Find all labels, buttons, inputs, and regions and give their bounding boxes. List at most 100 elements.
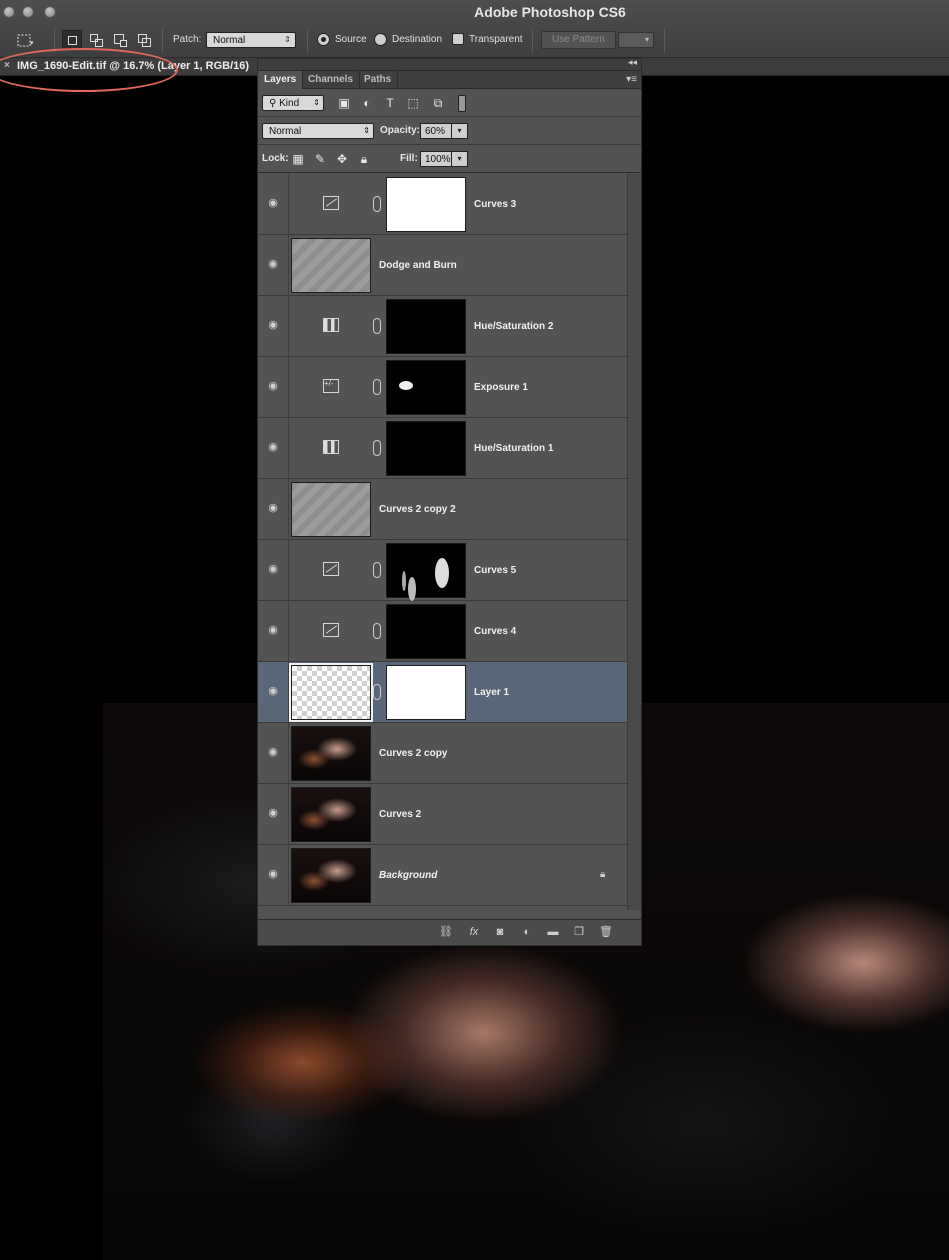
link-layers-icon[interactable]: ⛓: [438, 924, 454, 940]
layer-row[interactable]: ◉ Background 🔒︎: [258, 845, 627, 906]
layer-mask-thumbnail[interactable]: [386, 177, 466, 232]
destination-radio[interactable]: [374, 33, 387, 46]
layer-mask-thumbnail[interactable]: [386, 665, 466, 720]
hue-saturation-adjustment-icon: [323, 440, 339, 454]
lock-row: Lock: ▦ ✎ ✥ 🔒︎ Fill: 100% ▾: [258, 145, 641, 173]
pattern-picker[interactable]: ▾: [618, 32, 654, 48]
app-title: Adobe Photoshop CS6: [474, 4, 626, 20]
patch-tool-icon[interactable]: ▾: [14, 30, 34, 50]
layer-row[interactable]: ◉ Hue/Saturation 2: [258, 296, 627, 357]
panel-menu-icon[interactable]: ▾≡: [626, 74, 637, 85]
fill-input[interactable]: 100%: [420, 151, 452, 167]
trash-icon[interactable]: 🗑︎: [598, 924, 614, 940]
filter-kind-select[interactable]: ⚲ Kind ⇕: [262, 95, 324, 111]
eye-icon[interactable]: ◉: [267, 197, 279, 209]
new-group-icon[interactable]: ▬: [545, 924, 561, 940]
layer-thumbnail[interactable]: [289, 663, 373, 722]
fx-icon[interactable]: fx: [466, 924, 482, 940]
eye-icon[interactable]: ◉: [267, 624, 279, 636]
layer-row[interactable]: ◉ Curves 3: [258, 174, 627, 235]
layers-scrollbar[interactable]: [627, 174, 641, 910]
chain-link-icon[interactable]: [373, 318, 381, 334]
lock-all-icon[interactable]: 🔒︎: [356, 151, 372, 167]
layer-thumbnail[interactable]: [291, 482, 371, 537]
layer-row[interactable]: ◉ Curves 2: [258, 784, 627, 845]
minimize-window-button[interactable]: [22, 6, 34, 18]
eye-icon[interactable]: ◉: [267, 441, 279, 453]
opacity-input[interactable]: 60%: [420, 123, 452, 139]
blend-mode-select[interactable]: Normal ⇕: [262, 123, 374, 139]
zoom-window-button[interactable]: [44, 6, 56, 18]
panel-header: ◂◂: [258, 57, 641, 71]
chain-link-icon[interactable]: [373, 196, 381, 212]
lock-transparent-pixels-icon[interactable]: ▦: [290, 151, 306, 167]
layer-row[interactable]: ◉ Curves 4: [258, 601, 627, 662]
layer-row[interactable]: ◉ Curves 5: [258, 540, 627, 601]
opacity-dropdown-icon[interactable]: ▾: [452, 123, 468, 139]
source-radio[interactable]: [317, 33, 330, 46]
use-pattern-button[interactable]: Use Pattern: [541, 31, 616, 49]
filter-adjustment-icon[interactable]: ◐: [359, 95, 375, 111]
layer-row[interactable]: ◉ Curves 2 copy: [258, 723, 627, 784]
subtract-from-selection-icon[interactable]: [110, 30, 130, 50]
layer-mask-thumbnail[interactable]: [386, 604, 466, 659]
layer-mask-thumbnail[interactable]: [386, 421, 466, 476]
tab-layers[interactable]: Layers: [258, 71, 304, 89]
filter-pixel-icon[interactable]: ▣: [336, 95, 352, 111]
layer-row-selected[interactable]: ◉ Layer 1: [258, 662, 627, 723]
panel-tabs: Layers Channels Paths ▾≡: [258, 71, 641, 89]
close-icon[interactable]: ×: [4, 60, 10, 71]
chain-link-icon[interactable]: [373, 562, 381, 578]
layer-thumbnail[interactable]: [291, 238, 371, 293]
eye-icon[interactable]: ◉: [267, 380, 279, 392]
layer-thumbnail[interactable]: [291, 848, 371, 903]
patch-mode-select[interactable]: Normal ⇕: [206, 32, 296, 48]
fill-dropdown-icon[interactable]: ▾: [452, 151, 468, 167]
destination-label: Destination: [392, 34, 443, 45]
document-tab[interactable]: × IMG_1690-Edit.tif @ 16.7% (Layer 1, RG…: [0, 58, 257, 76]
eye-icon[interactable]: ◉: [267, 868, 279, 880]
chain-link-icon[interactable]: [373, 440, 381, 456]
intersect-selection-icon[interactable]: [134, 30, 154, 50]
transparent-checkbox[interactable]: [452, 33, 464, 45]
eye-icon[interactable]: ◉: [267, 685, 279, 697]
eye-icon[interactable]: ◉: [267, 319, 279, 331]
eye-icon[interactable]: ◉: [267, 563, 279, 575]
eye-icon[interactable]: ◉: [267, 807, 279, 819]
lock-image-pixels-icon[interactable]: ✎: [312, 151, 328, 167]
layer-thumbnail[interactable]: [291, 787, 371, 842]
adjustment-layer-icon[interactable]: ◐: [519, 924, 535, 940]
eye-icon[interactable]: ◉: [267, 502, 279, 514]
layer-name: Curves 5: [474, 565, 517, 576]
tab-paths[interactable]: Paths: [358, 71, 399, 89]
collapse-panel-icon[interactable]: ◂◂: [628, 57, 637, 68]
layer-mask-thumbnail[interactable]: [386, 299, 466, 354]
stepper-arrows-icon: ⇕: [363, 126, 370, 135]
filter-smart-object-icon[interactable]: ⧉: [430, 95, 446, 111]
tab-channels[interactable]: Channels: [302, 71, 361, 89]
chain-link-icon[interactable]: [373, 379, 381, 395]
new-selection-icon[interactable]: [62, 30, 82, 50]
layer-row[interactable]: ◉ Dodge and Burn: [258, 235, 627, 296]
layer-thumbnail[interactable]: [291, 726, 371, 781]
lock-position-icon[interactable]: ✥: [334, 151, 350, 167]
close-window-button[interactable]: [3, 6, 15, 18]
filter-type-icon[interactable]: T: [382, 95, 398, 111]
eye-icon[interactable]: ◉: [267, 746, 279, 758]
new-layer-icon[interactable]: ❐: [571, 924, 587, 940]
filter-shape-icon[interactable]: ⬚: [405, 95, 421, 111]
add-mask-icon[interactable]: ◙: [492, 924, 508, 940]
eye-icon[interactable]: ◉: [267, 258, 279, 270]
application-title-bar: Adobe Photoshop CS6 ▾ Patch: Normal ⇕ Sou…: [0, 0, 949, 58]
filter-toggle[interactable]: [458, 95, 466, 112]
chain-link-icon[interactable]: [373, 684, 381, 700]
layer-mask-thumbnail[interactable]: [386, 543, 466, 598]
add-to-selection-icon[interactable]: [86, 30, 106, 50]
source-label: Source: [335, 34, 367, 45]
layer-name: Hue/Saturation 1: [474, 443, 554, 454]
layer-row[interactable]: ◉ Curves 2 copy 2: [258, 479, 627, 540]
layer-row[interactable]: ◉ Hue/Saturation 1: [258, 418, 627, 479]
layer-mask-thumbnail[interactable]: [386, 360, 466, 415]
chain-link-icon[interactable]: [373, 623, 381, 639]
layer-row[interactable]: ◉ Exposure 1: [258, 357, 627, 418]
